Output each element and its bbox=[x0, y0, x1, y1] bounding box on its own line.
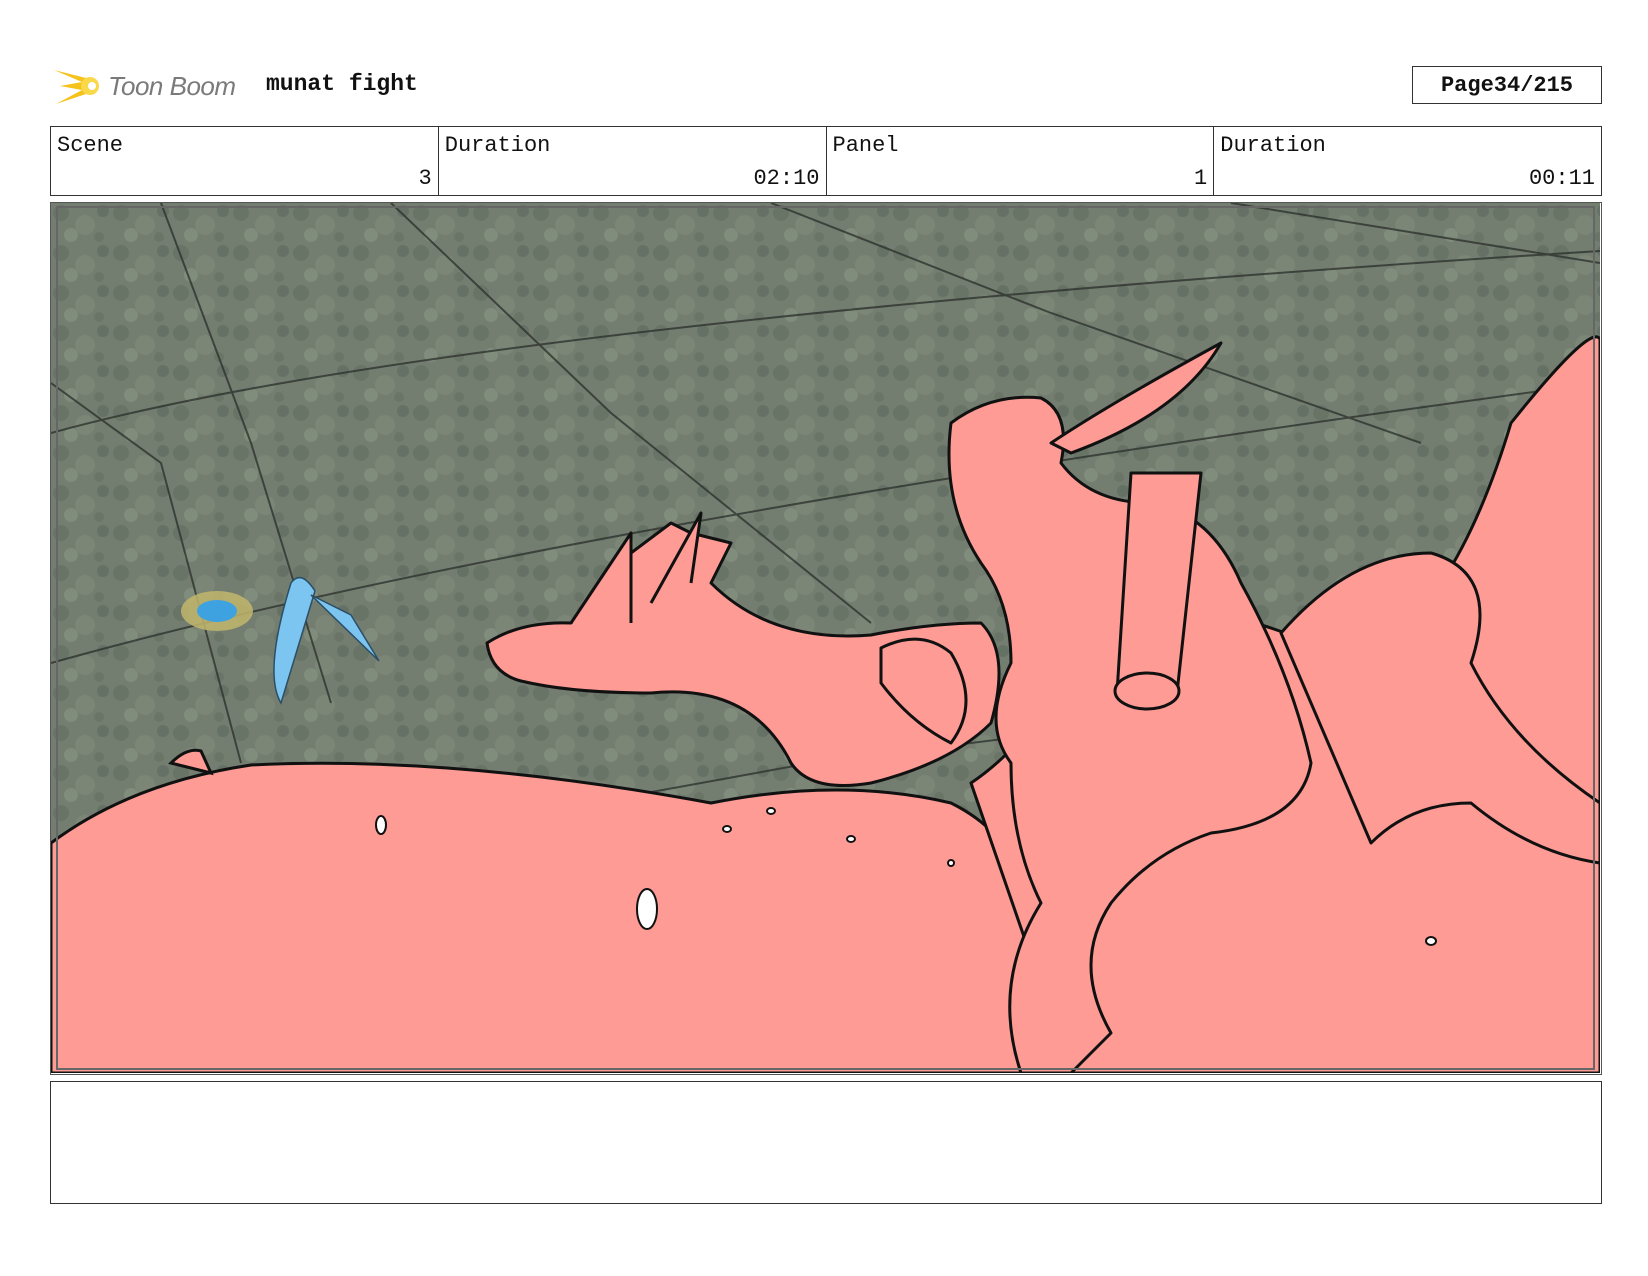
panel-illustration bbox=[51, 203, 1600, 1073]
storyboard-header: Toon Boom munat fight Page 34/215 bbox=[52, 58, 1604, 114]
logo-text: Toon Boom bbox=[108, 70, 236, 101]
starburst-icon bbox=[54, 70, 99, 104]
page-number: 34/215 bbox=[1493, 72, 1574, 98]
panel-duration-value: 00:11 bbox=[1528, 166, 1595, 191]
scene-label: Scene bbox=[57, 133, 124, 158]
scene-duration-cell: Duration 02:10 bbox=[439, 127, 827, 195]
panel-duration-cell: Duration 00:11 bbox=[1214, 127, 1601, 195]
scene-duration-label: Duration bbox=[444, 133, 551, 158]
scene-value: 3 bbox=[418, 166, 432, 191]
page-indicator: Page 34/215 bbox=[1412, 66, 1602, 104]
panel-duration-label: Duration bbox=[1220, 133, 1326, 158]
panel-value: 1 bbox=[1194, 166, 1208, 191]
storyboard-panel-image bbox=[50, 202, 1602, 1075]
scene-info-table: Scene 3 Duration 02:10 Panel 1 Duration … bbox=[50, 126, 1602, 196]
scene-cell: Scene 3 bbox=[51, 127, 439, 195]
panel-cell: Panel 1 bbox=[827, 127, 1215, 195]
scene-duration-value: 02:10 bbox=[753, 166, 820, 191]
panel-caption-box bbox=[50, 1081, 1602, 1204]
panel-label: Panel bbox=[832, 133, 899, 158]
project-title: munat fight bbox=[266, 71, 418, 97]
toon-boom-logo: Toon Boom bbox=[52, 58, 236, 114]
page-label: Page bbox=[1440, 72, 1494, 98]
